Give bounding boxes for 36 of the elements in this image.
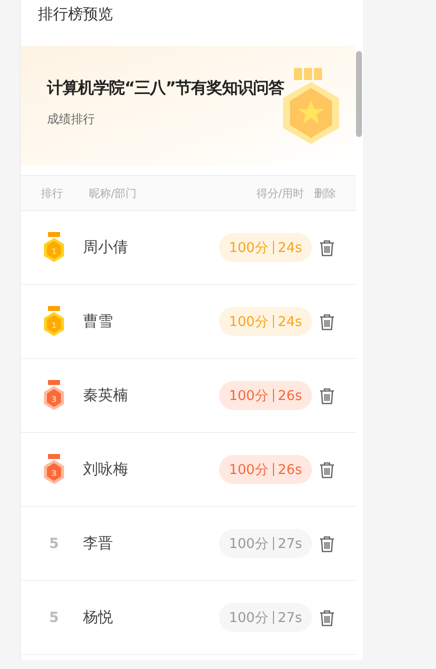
trash-icon[interactable] [318, 386, 336, 404]
column-header: 得分/用时 [256, 186, 304, 200]
score-badge: 100分 27s [219, 529, 312, 558]
page-title: 排行榜预览 [37, 4, 114, 25]
participant-name: 秦英楠 [83, 386, 128, 405]
trash-icon[interactable] [318, 460, 336, 478]
medal-icon [43, 454, 65, 486]
rank-number: 3 [50, 468, 58, 478]
column-header: 昵称/部门 [89, 186, 138, 200]
score-badge: 100分 27s [219, 603, 312, 632]
banner-title: 计算机学院“三八”节有奖知识问答 [47, 78, 284, 99]
scrollbar[interactable] [356, 51, 362, 137]
medal-icon [43, 380, 65, 412]
score-badge: 100分 24s [219, 307, 312, 336]
rank-number: 1 [50, 246, 58, 256]
rank-number: 5 [49, 610, 59, 626]
trash-icon[interactable] [318, 238, 336, 256]
column-header: 排行 [41, 186, 64, 200]
participant-name: 曹雪 [83, 312, 113, 331]
trash-icon[interactable] [318, 312, 336, 330]
participant-name: 李晋 [83, 534, 113, 553]
participant-name: 杨悦 [83, 608, 113, 627]
banner-subtitle: 成绩排行 [47, 111, 96, 128]
score-badge: 100分 24s [219, 233, 312, 262]
score-badge: 100分 26s [219, 381, 312, 410]
rank-number: 3 [50, 394, 58, 404]
trash-icon[interactable] [318, 608, 336, 626]
rank-number: 1 [50, 320, 58, 330]
rank-number: 5 [49, 536, 59, 552]
participant-name: 周小倩 [83, 238, 128, 257]
medal-icon [43, 232, 65, 264]
trash-icon[interactable] [318, 534, 336, 552]
medal-icon [43, 306, 65, 338]
column-header: 删除 [314, 186, 336, 200]
participant-name: 刘咏梅 [83, 460, 128, 479]
score-badge: 100分 26s [219, 455, 312, 484]
